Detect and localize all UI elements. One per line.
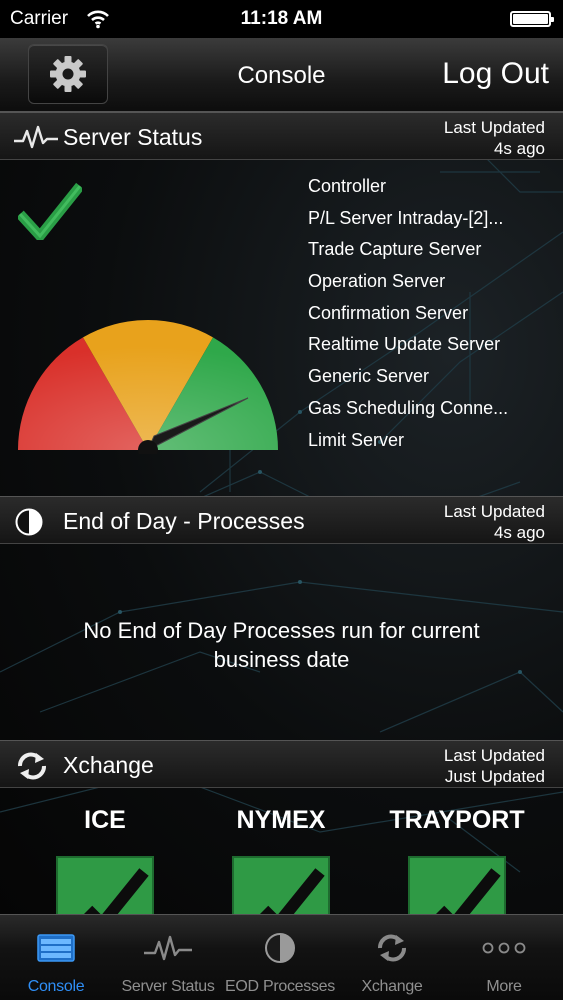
more-dots-icon (448, 931, 560, 965)
end-of-day-last-updated: Last Updated 4s ago (444, 501, 545, 543)
list-item[interactable]: Confirmation Server (308, 299, 508, 331)
tab-eod-processes[interactable]: EOD Processes (224, 915, 336, 1000)
exchange-status-ice[interactable] (56, 856, 154, 916)
server-status-last-updated: Last Updated 4s ago (444, 117, 545, 159)
sync-icon (14, 751, 54, 780)
list-item[interactable]: Trade Capture Server (308, 235, 508, 267)
status-ok-check-icon (16, 182, 84, 245)
tab-xchange[interactable]: Xchange (336, 915, 448, 1000)
last-updated-label: Last Updated (443, 118, 545, 137)
tab-console[interactable]: Console (0, 915, 112, 1000)
exchange-name-ice: ICE (84, 806, 126, 834)
end-of-day-header[interactable]: End of Day - Processes Last Updated 4s a… (0, 496, 563, 544)
check-icon (260, 868, 325, 914)
last-updated-value: 4s ago (493, 139, 545, 158)
xchange-last-updated: Last Updated Just Updated (444, 745, 545, 787)
end-of-day-empty-message: No End of Day Processes run for current … (83, 618, 480, 672)
navigation-bar: Console Log Out (0, 38, 563, 112)
check-icon (436, 868, 501, 914)
xchange-title: Xchange (63, 752, 154, 778)
clock: 11:18 AM (240, 8, 323, 29)
half-circle-icon (14, 507, 54, 536)
pulse-icon (112, 931, 224, 965)
xchange-header[interactable]: Xchange Last Updated Just Updated (0, 740, 563, 788)
last-updated-value: 4s ago (493, 523, 545, 542)
list-item[interactable]: Controller (308, 172, 508, 204)
tab-label: More (486, 978, 522, 995)
exchange-name-trayport: TRAYPORT (389, 806, 525, 834)
logout-button[interactable]: Log Out (442, 57, 549, 91)
check-icon (84, 868, 149, 914)
tab-server-status[interactable]: Server Status (112, 915, 224, 1000)
server-status-header[interactable]: Server Status Last Updated 4s ago (0, 112, 563, 160)
status-bar: Carrier 11:18 AM (0, 0, 563, 38)
list-item[interactable]: P/L Server Intraday-[2]... (308, 204, 508, 236)
list-item[interactable]: Gas Scheduling Conne... (308, 394, 508, 426)
last-updated-label: Last Updated (443, 746, 545, 765)
server-health-gauge (16, 318, 284, 460)
half-circle-icon (224, 931, 336, 965)
tab-more[interactable]: More (448, 915, 560, 1000)
tab-bar: Console Server Status EOD Processes Xcha… (0, 914, 563, 1000)
server-list: Controller P/L Server Intraday-[2]... Tr… (308, 172, 508, 457)
server-status-title: Server Status (63, 124, 203, 150)
pulse-icon (14, 123, 58, 151)
list-item[interactable]: Generic Server (308, 362, 508, 394)
end-of-day-title: End of Day - Processes (63, 508, 305, 534)
sync-icon (336, 931, 448, 965)
battery-icon (510, 11, 554, 27)
exchange-name-nymex: NYMEX (236, 806, 326, 834)
last-updated-value: Just Updated (444, 767, 545, 786)
exchange-status-nymex[interactable] (232, 856, 330, 916)
list-item[interactable]: Limit Server (308, 426, 508, 458)
console-icon (0, 931, 112, 965)
last-updated-label: Last Updated (443, 502, 545, 521)
list-item[interactable]: Operation Server (308, 267, 508, 299)
list-item[interactable]: Realtime Update Server (308, 330, 508, 362)
exchange-status-trayport[interactable] (408, 856, 506, 916)
